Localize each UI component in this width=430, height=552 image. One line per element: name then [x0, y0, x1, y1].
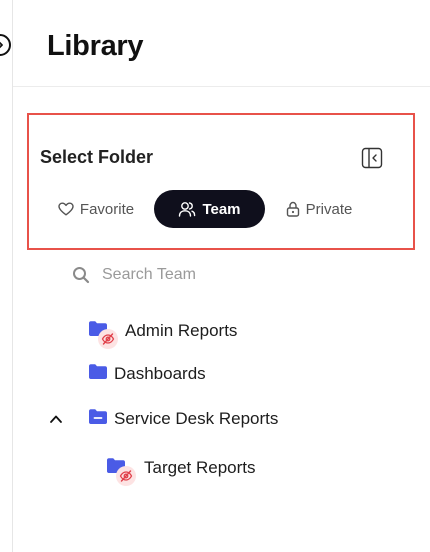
tree-item-service-desk-reports[interactable]: Service Desk Reports: [88, 406, 278, 432]
heart-icon: [58, 202, 74, 216]
lock-icon: [286, 201, 299, 217]
tab-favorite-label: Favorite: [79, 200, 135, 218]
tree-item-admin-reports[interactable]: Admin Reports: [88, 318, 238, 349]
tree-item-label: Target Reports: [144, 458, 256, 477]
tree-item-dashboards[interactable]: Dashboards: [88, 361, 206, 387]
tab-private[interactable]: Private: [277, 190, 361, 228]
users-icon: [179, 202, 196, 217]
tab-team-label: Team: [202, 200, 241, 218]
folder-hidden-icon: [106, 457, 136, 486]
folder-hidden-icon: [88, 320, 118, 349]
tree-item-label: Dashboards: [114, 364, 206, 383]
folder-tabs: Favorite Team Private: [29, 190, 413, 228]
page-title: Library: [47, 30, 144, 62]
folder-collapse-icon: [88, 408, 110, 430]
tab-team[interactable]: Team: [154, 190, 265, 228]
search-input[interactable]: [100, 265, 354, 285]
library-panel: Library Select Folder Favorite Team Priv…: [0, 0, 430, 552]
tree-item-target-reports[interactable]: Target Reports: [106, 455, 256, 486]
folder-icon: [88, 363, 110, 385]
left-rail: [0, 0, 13, 552]
expand-sidebar-button[interactable]: [0, 34, 11, 56]
chevron-right-icon: [0, 41, 3, 49]
search-bar: [72, 262, 372, 288]
collapse-panel-button[interactable]: [361, 147, 383, 169]
folder-selector: Select Folder Favorite Team Private: [27, 113, 415, 250]
tree-item-label: Admin Reports: [125, 321, 238, 340]
chevron-up-icon[interactable]: [48, 411, 64, 427]
search-icon: [73, 267, 90, 284]
tab-favorite[interactable]: Favorite: [51, 190, 141, 228]
select-folder-title: Select Folder: [40, 147, 154, 167]
tree-item-label: Service Desk Reports: [114, 409, 279, 428]
tab-private-label: Private: [305, 200, 353, 218]
panel-collapse-icon: [361, 147, 383, 169]
library-header: Library: [13, 0, 430, 87]
